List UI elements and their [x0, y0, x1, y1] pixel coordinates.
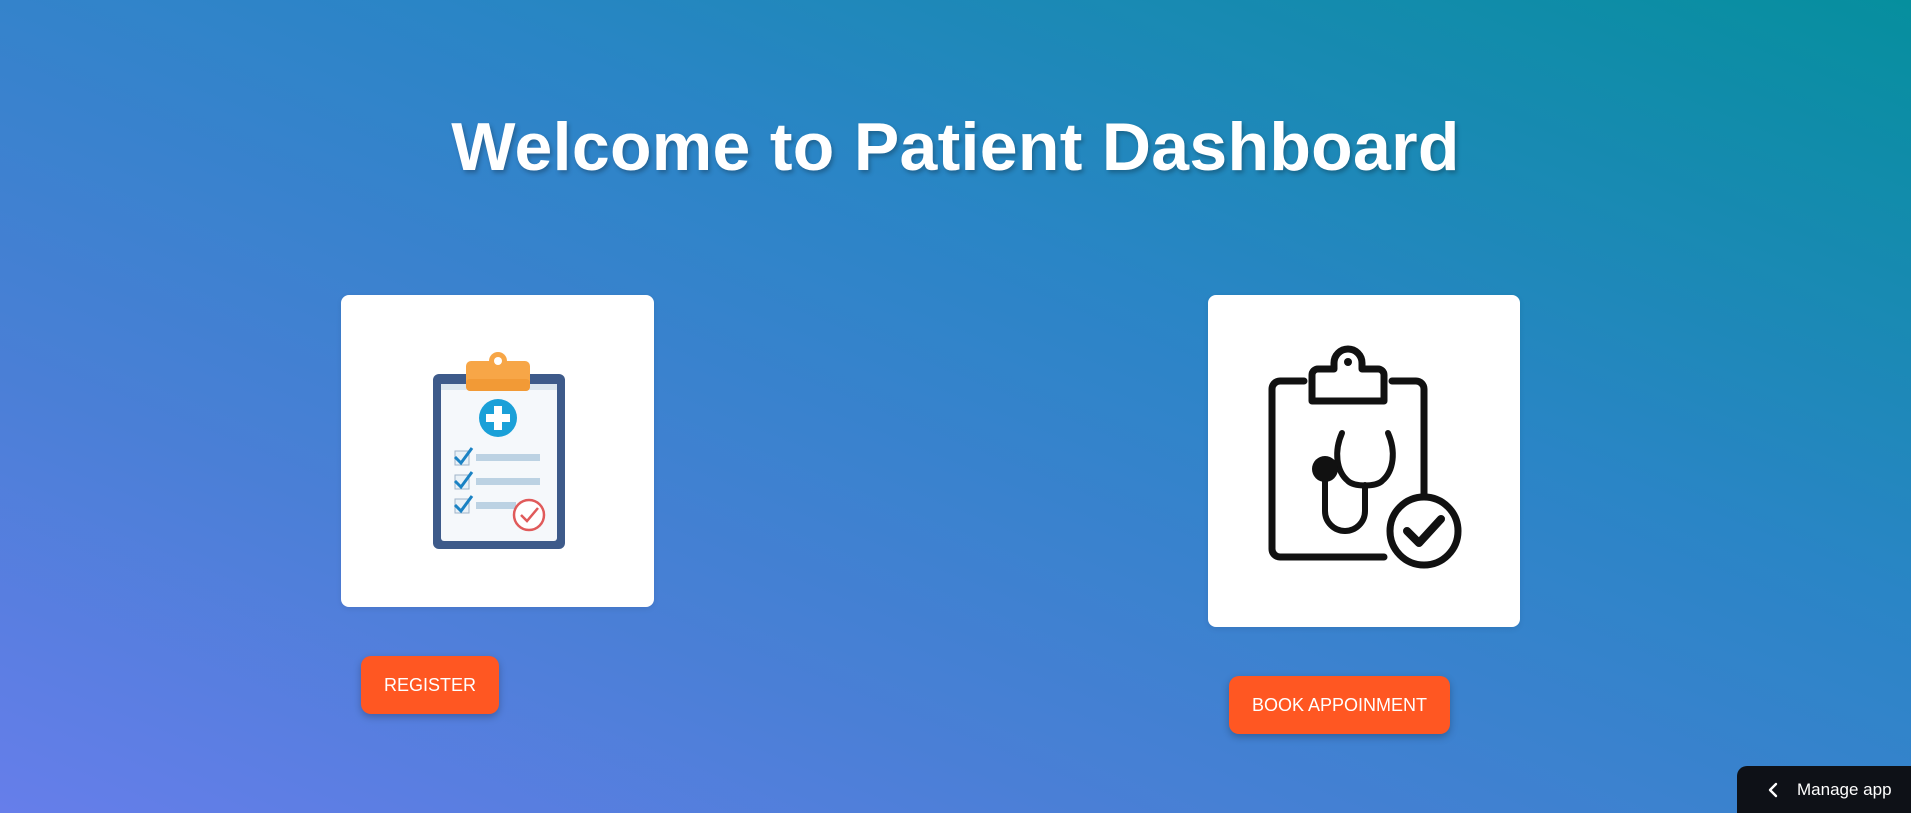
clipboard-stethoscope-check-icon: [1268, 345, 1462, 569]
manage-app-button[interactable]: Manage app: [1737, 766, 1911, 813]
book-appointment-image-card: [1208, 295, 1520, 627]
register-button[interactable]: REGISTER: [361, 656, 499, 714]
register-image-card: [341, 295, 654, 607]
chevron-left-icon: [1767, 782, 1779, 798]
clipboard-medical-checklist-icon: [432, 352, 565, 549]
manage-app-label: Manage app: [1797, 779, 1892, 799]
page-title: Welcome to Patient Dashboard: [451, 109, 1460, 185]
book-appointment-button[interactable]: BOOK APPOINMENT: [1229, 676, 1450, 734]
